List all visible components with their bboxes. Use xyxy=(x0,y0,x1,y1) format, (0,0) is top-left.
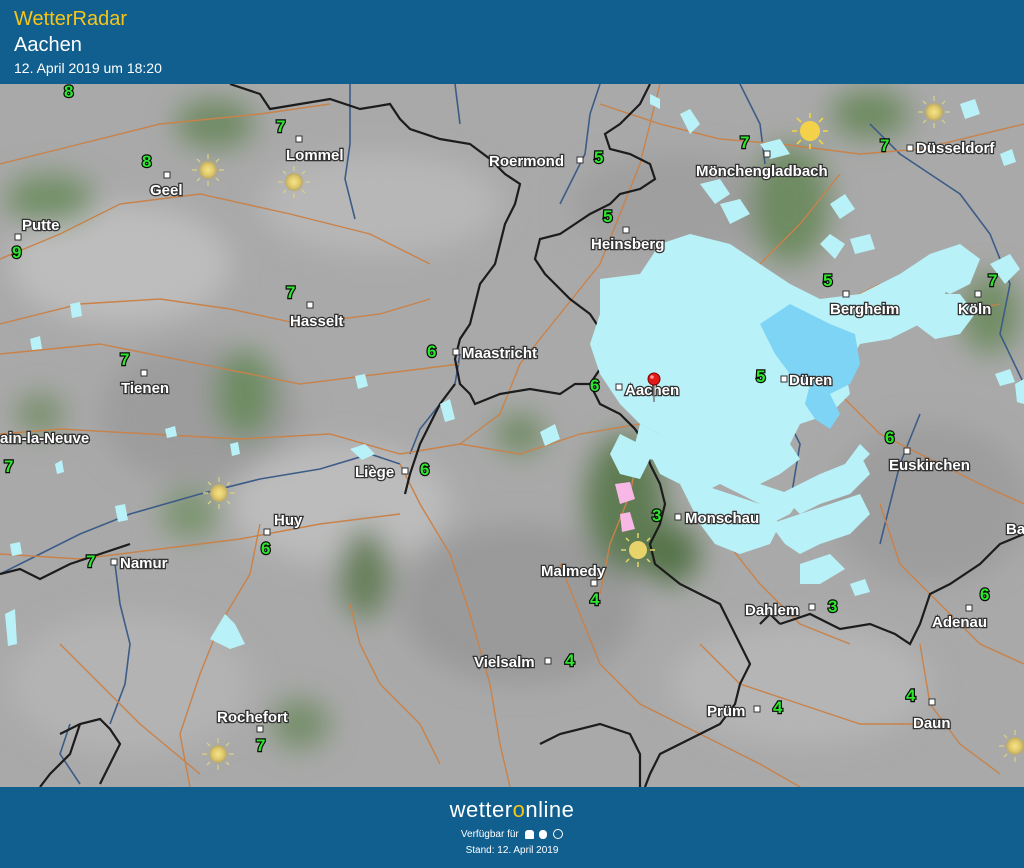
radar-map[interactable]: Lommel Geel Putte Roermond Mönchengladba… xyxy=(0,84,1024,787)
temp-value: 7 xyxy=(4,457,13,476)
brand-part: nline xyxy=(525,797,575,822)
city-marker xyxy=(906,144,914,152)
temp-value: 6 xyxy=(420,460,429,479)
place-label-adenau: Adenau xyxy=(932,614,987,631)
city-marker xyxy=(452,348,460,356)
place-label-tienen: Tienen xyxy=(121,380,169,397)
city-marker xyxy=(615,383,623,391)
city-marker xyxy=(263,528,271,536)
place-label-putte: Putte xyxy=(22,217,60,234)
place-label-hasselt: Hasselt xyxy=(290,313,343,330)
temp-value: 8 xyxy=(64,84,73,101)
radar-timestamp: 12. April 2019 um 18:20 xyxy=(14,60,162,76)
place-label-huy: Huy xyxy=(274,512,303,529)
place-label-heinsberg: Heinsberg xyxy=(591,236,664,253)
temp-value: 6 xyxy=(885,428,894,447)
temp-value: 5 xyxy=(594,148,603,167)
temp-value: 5 xyxy=(756,367,765,386)
place-label-dahlem: Dahlem xyxy=(745,602,799,619)
temp-value: 5 xyxy=(823,271,832,290)
temp-value: 6 xyxy=(427,342,436,361)
place-label-lommel: Lommel xyxy=(286,147,344,164)
app-title: WetterRadar xyxy=(14,8,128,30)
stand-date: Stand: 12. April 2019 xyxy=(465,845,559,856)
place-label-koeln: Köln xyxy=(958,301,991,318)
temp-value: 7 xyxy=(120,350,129,369)
place-label-bergheim: Bergheim xyxy=(830,301,899,318)
temp-value: 7 xyxy=(880,136,889,155)
availability-line: Verfügbar für xyxy=(0,829,1024,840)
brand-part: wetter xyxy=(449,797,513,822)
place-label-duesseldorf: Düsseldorf xyxy=(916,140,995,157)
city-marker xyxy=(544,657,552,665)
city-marker xyxy=(401,467,409,475)
city-marker xyxy=(622,226,630,234)
temp-value: 7 xyxy=(740,133,749,152)
brand-part: o xyxy=(512,797,526,822)
android-icon[interactable] xyxy=(524,829,534,839)
location-name: Aachen xyxy=(14,34,82,56)
city-marker xyxy=(256,725,264,733)
city-marker xyxy=(903,447,911,455)
city-marker xyxy=(110,558,118,566)
place-label-geel: Geel xyxy=(150,182,183,199)
temp-value: 3 xyxy=(652,506,661,525)
place-label-maastricht: Maastricht xyxy=(462,345,537,362)
city-marker xyxy=(842,290,850,298)
temp-value: 4 xyxy=(773,698,783,717)
city-marker xyxy=(14,233,22,241)
temp-value: 7 xyxy=(286,283,295,302)
temp-value: 6 xyxy=(261,539,270,558)
temp-value: 7 xyxy=(86,552,95,571)
city-marker xyxy=(306,301,314,309)
temp-value: 4 xyxy=(590,590,600,609)
city-marker xyxy=(163,171,171,179)
city-marker xyxy=(974,290,982,298)
city-marker xyxy=(928,698,936,706)
city-marker xyxy=(753,705,761,713)
place-label-moenchengladbach: Mönchengladbach xyxy=(696,163,828,180)
place-label-daun: Daun xyxy=(913,715,951,732)
temp-value: 7 xyxy=(256,736,265,755)
city-marker xyxy=(808,603,816,611)
place-label-namur: Namur xyxy=(120,555,168,572)
place-label-louvain-la-neuve: ain-la-Neuve xyxy=(0,430,89,447)
temp-value: 5 xyxy=(603,207,612,226)
city-marker xyxy=(140,369,148,377)
place-label-rochefort: Rochefort xyxy=(217,709,288,726)
app-header: WetterRadar Aachen 12. April 2019 um 18:… xyxy=(0,0,1024,84)
temp-value: 6 xyxy=(980,585,989,604)
city-marker xyxy=(965,604,973,612)
place-label-ba: Ba xyxy=(1006,521,1024,538)
temp-value: 3 xyxy=(828,597,837,616)
place-label-dueren: Düren xyxy=(789,372,832,389)
web-icon[interactable] xyxy=(553,829,564,840)
city-marker xyxy=(295,135,303,143)
city-marker xyxy=(590,579,598,587)
temp-value: 4 xyxy=(565,651,575,670)
place-label-malmedy: Malmedy xyxy=(541,563,606,580)
temp-value: 7 xyxy=(276,117,285,136)
place-label-liege: Liège xyxy=(355,464,394,481)
city-marker xyxy=(576,156,584,164)
temp-value: 7 xyxy=(988,271,997,290)
temp-value: 6 xyxy=(590,376,599,395)
place-label-monschau: Monschau xyxy=(685,510,759,527)
app-footer: wetteronline Verfügbar für Stand: 12. Ap… xyxy=(0,787,1024,868)
place-label-pruem: Prüm xyxy=(707,703,745,720)
apple-icon[interactable] xyxy=(539,829,548,839)
temp-value: 4 xyxy=(906,686,916,705)
city-marker xyxy=(780,375,788,383)
place-label-roermond: Roermond xyxy=(489,153,564,170)
availability-label: Verfügbar für xyxy=(460,829,519,840)
city-marker xyxy=(763,150,771,158)
place-label-vielsalm: Vielsalm xyxy=(474,654,535,671)
city-marker xyxy=(674,513,682,521)
place-label-euskirchen: Euskirchen xyxy=(889,457,970,474)
temp-value: 9 xyxy=(12,243,21,262)
wetteronline-logo[interactable]: wetteronline xyxy=(0,797,1024,823)
temp-value: 8 xyxy=(142,152,151,171)
